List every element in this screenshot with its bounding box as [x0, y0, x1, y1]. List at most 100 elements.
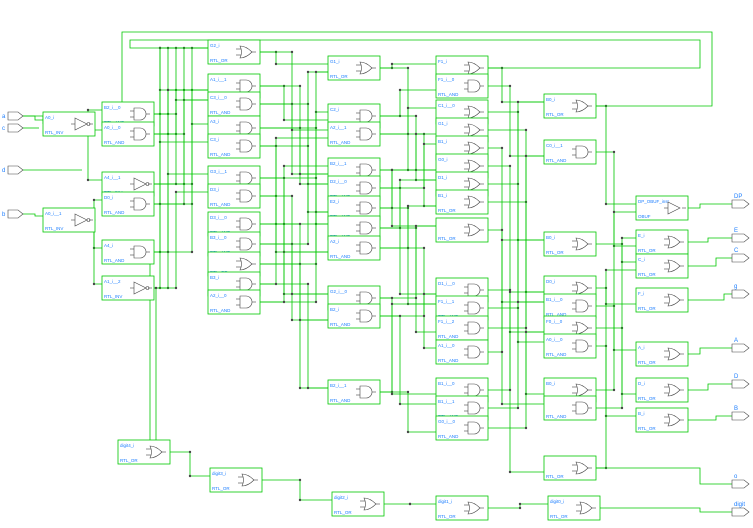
svg-text:RTL_OR: RTL_OR [550, 514, 568, 519]
gate-C3_i: C3_iRTL_AND [208, 134, 260, 158]
svg-text:RTL_AND: RTL_AND [438, 92, 459, 97]
svg-text:F1_i__1: F1_i__1 [438, 299, 455, 304]
gate-G0_i__0: G0_i__0RTL_AND [436, 416, 488, 440]
svg-text:B1_i__1: B1_i__1 [438, 399, 455, 404]
svg-text:DP_OBUF_inst: DP_OBUF_inst [638, 199, 670, 204]
svg-text:D1_i__0: D1_i__0 [438, 281, 455, 286]
svg-text:G2_i__0: G2_i__0 [330, 289, 348, 294]
svg-text:RTL_AND: RTL_AND [210, 110, 231, 115]
svg-text:C: C [734, 248, 739, 254]
svg-text:RTL_OR: RTL_OR [638, 360, 656, 365]
svg-text:RTL_OR: RTL_OR [546, 250, 564, 255]
output-port-C: C [732, 248, 749, 262]
gate-A0_i__1: A0_i__1RTL_INV [43, 208, 95, 232]
svg-text:G2_i: G2_i [210, 43, 220, 48]
svg-text:RTL_AND: RTL_AND [104, 258, 125, 263]
gate-A2_i__1: A2_i__1RTL_AND [328, 122, 380, 146]
svg-text:RTL_OR: RTL_OR [546, 112, 564, 117]
svg-text:B1_i: B1_i [438, 139, 447, 144]
gate-D_i: D_iRTL_OR [636, 378, 688, 402]
gate-B1_i: B1_iRTL_OR [436, 190, 488, 214]
gate-B0_i: B0_iRTL_OR [544, 232, 596, 256]
svg-text:RTL_OR: RTL_OR [120, 458, 138, 463]
svg-text:RTL_INV: RTL_INV [45, 226, 63, 231]
svg-text:D2_i__0: D2_i__0 [330, 179, 347, 184]
svg-text:RTL_OR: RTL_OR [638, 426, 656, 431]
gate-A0_i__0: A0_i__0 RTL_AND [102, 122, 154, 146]
svg-text:RTL_AND: RTL_AND [438, 334, 459, 339]
svg-text:C3_i: C3_i [210, 137, 219, 142]
gate-DP_OBUF_inst: DP_OBUF_inst OBUF [636, 196, 688, 220]
svg-text:A2_i: A2_i [330, 239, 339, 244]
svg-text:RTL_AND: RTL_AND [330, 322, 351, 327]
input-port-d: d [2, 166, 23, 174]
gate-F1_i__2: F1_i__2 RTL_AND [436, 316, 488, 340]
gate-B1_i__0: B1_i__0RTL_AND [544, 294, 596, 318]
svg-text:digit1_i: digit1_i [438, 499, 452, 504]
svg-text:RTL_AND: RTL_AND [210, 308, 231, 313]
svg-text:A1_i__0: A1_i__0 [438, 343, 455, 348]
gate-g48: RTL_OR [436, 218, 488, 242]
svg-text:A: A [734, 338, 738, 344]
svg-text:RTL_OR: RTL_OR [638, 272, 656, 277]
gate-A0_i__0: A0_i__0RTL_AND [544, 334, 596, 358]
svg-text:RTL_AND: RTL_AND [104, 210, 125, 215]
output-port-o: o [732, 474, 749, 488]
svg-text:D3_i__0: D3_i__0 [210, 215, 227, 220]
svg-text:A0_i__0: A0_i__0 [104, 125, 121, 130]
svg-text:B2_i: B2_i [330, 307, 339, 312]
svg-text:C0_i__1: C0_i__1 [546, 143, 563, 148]
svg-text:D0_i: D0_i [104, 195, 113, 200]
svg-text:C2_i: C2_i [330, 107, 339, 112]
gate-g59: RTL_OR [544, 456, 596, 480]
svg-text:B2_i__0: B2_i__0 [104, 105, 121, 110]
svg-text:RTL_OR: RTL_OR [638, 306, 656, 311]
input-port-c: c [2, 124, 23, 132]
gate-digit3_i: digit3_iRTL_OR [210, 468, 262, 492]
gate-B2_i__1: B2_i__1 RTL_AND [328, 380, 380, 404]
output-port-DP: DP [732, 194, 749, 208]
output-port-E: E [732, 228, 749, 242]
gate-C0_i__1: C0_i__1 RTL_AND [544, 140, 596, 164]
gate-F_i: F_iRTL_OR [636, 288, 688, 312]
svg-text:digit: digit [734, 502, 745, 508]
gate-D0_i: D0_i RTL_AND [102, 192, 154, 216]
svg-text:F1_i__2: F1_i__2 [438, 319, 455, 324]
svg-text:B_i: B_i [638, 411, 645, 416]
svg-text:RTL_AND: RTL_AND [438, 358, 459, 363]
gate-G1_i: G1_iRTL_OR [328, 56, 380, 80]
svg-text:G0_i__0: G0_i__0 [438, 419, 456, 424]
svg-text:B2_i__1: B2_i__1 [330, 383, 347, 388]
svg-text:digit0_i: digit0_i [550, 499, 564, 504]
svg-text:RTL_AND: RTL_AND [546, 158, 567, 163]
svg-text:E2_i: E2_i [330, 199, 339, 204]
svg-text:B: B [734, 406, 738, 412]
svg-text:RTL_OR: RTL_OR [334, 510, 352, 515]
svg-text:D: D [734, 374, 739, 380]
svg-text:RTL_AND: RTL_AND [330, 254, 351, 259]
svg-text:D0_i: D0_i [546, 279, 555, 284]
svg-text:RTL_INV: RTL_INV [104, 294, 122, 299]
svg-text:OBUF: OBUF [638, 214, 651, 219]
svg-text:C_i: C_i [638, 257, 645, 262]
svg-text:A1_i__1: A1_i__1 [210, 77, 227, 82]
gate-A4_i: A4_iRTL_AND [102, 240, 154, 264]
gate-B2_i: B2_i RTL_AND [328, 304, 380, 328]
svg-text:b: b [2, 212, 6, 218]
gate-digit1_i: digit1_iRTL_OR [436, 496, 488, 520]
svg-text:RTL_AND: RTL_AND [104, 140, 125, 145]
svg-text:RTL_AND: RTL_AND [330, 398, 351, 403]
svg-text:RTL_OR: RTL_OR [546, 474, 564, 479]
svg-text:B0_i: B0_i [546, 381, 555, 386]
svg-text:E_i: E_i [638, 233, 645, 238]
svg-text:B3_i: B3_i [210, 275, 219, 280]
svg-text:F0_i__0: F0_i__0 [546, 319, 563, 324]
svg-text:C3_i__0: C3_i__0 [210, 95, 227, 100]
svg-text:F1_i__0: F1_i__0 [438, 77, 455, 82]
gate-A2_i: A2_i RTL_AND [328, 236, 380, 260]
svg-text:d: d [2, 168, 5, 174]
svg-text:RTL_OR: RTL_OR [438, 236, 456, 241]
svg-text:A4_i__1: A4_i__1 [104, 175, 121, 180]
gate-A2_i__0: A2_i__0RTL_AND [208, 290, 260, 314]
svg-text:RTL_AND: RTL_AND [546, 352, 567, 357]
